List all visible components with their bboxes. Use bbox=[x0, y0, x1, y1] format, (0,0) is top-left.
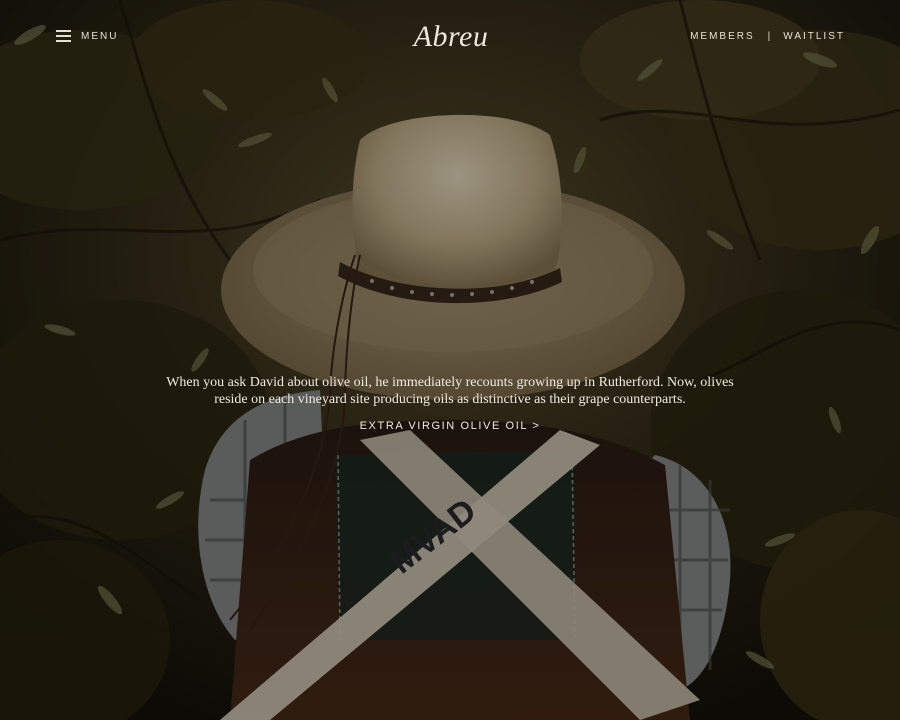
members-link[interactable]: MEMBERS bbox=[690, 31, 755, 42]
logo-wordmark[interactable]: Abreu bbox=[405, 20, 497, 54]
waitlist-link[interactable]: WAITLIST bbox=[783, 31, 845, 42]
menu-label: MENU bbox=[81, 30, 119, 42]
hero-description: When you ask David about olive oil, he i… bbox=[166, 375, 734, 407]
hamburger-icon[interactable] bbox=[56, 30, 71, 42]
nav-separator: | bbox=[767, 31, 771, 42]
abreu-logo[interactable]: Abreu bbox=[405, 14, 497, 60]
top-navigation: MENU Abreu MEMBERS | WAITLIST bbox=[0, 0, 900, 80]
hero-section: MVAD bbox=[0, 0, 900, 720]
account-links: MEMBERS | WAITLIST bbox=[690, 31, 845, 42]
extra-virgin-olive-oil-link[interactable]: EXTRA VIRGIN OLIVE OIL > bbox=[300, 420, 600, 432]
menu-button[interactable]: MENU bbox=[56, 30, 118, 42]
dark-overlay bbox=[0, 0, 900, 720]
